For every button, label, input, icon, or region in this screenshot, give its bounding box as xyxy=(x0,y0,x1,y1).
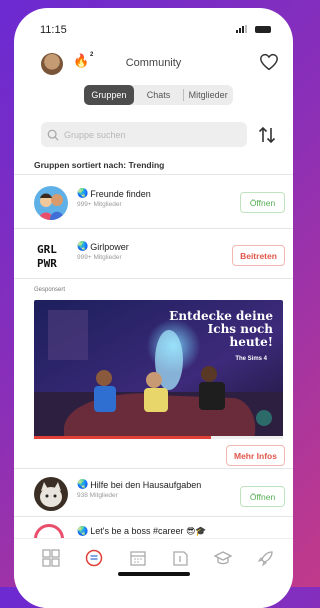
group-members: 999+ Mitglieder xyxy=(77,254,122,261)
divider xyxy=(14,174,293,175)
join-button[interactable]: Beitreten xyxy=(232,245,285,266)
list-item[interactable]: 🌏 Hilfe bei den Hausaufgaben 938 Mitglie… xyxy=(14,473,293,517)
search-icon xyxy=(47,129,59,141)
list-item[interactable]: 🌏 Freunde finden 999+ Mitglieder Öffnen xyxy=(14,182,293,226)
divider xyxy=(14,228,293,229)
list-item[interactable]: 🌏 Let's be a boss #career 😎🎓 xyxy=(14,520,293,538)
ad-banner[interactable]: Entdecke deine Ichs noch heute! The Sims… xyxy=(34,300,283,438)
globe-icon: 🌏 xyxy=(77,479,89,489)
tab-chats[interactable]: Chats xyxy=(134,85,184,105)
tab-mitglieder[interactable]: Mitglieder xyxy=(183,85,233,105)
group-name: 🌏 Freunde finden xyxy=(77,188,151,199)
battery-icon xyxy=(255,25,271,33)
community-header: 🔥 2 Community xyxy=(14,44,293,84)
signal-icon xyxy=(236,25,247,33)
more-info-button[interactable]: Mehr Infos xyxy=(226,445,285,466)
sort-icon[interactable] xyxy=(257,125,277,145)
avatar-text: GRL xyxy=(37,243,57,256)
status-icons xyxy=(236,25,271,33)
ad-progress-fill xyxy=(34,436,211,439)
group-avatar xyxy=(34,524,64,538)
search-placeholder: Gruppe suchen xyxy=(64,129,126,140)
group-avatar xyxy=(34,186,68,220)
ad-headline: Entdecke deine Ichs noch heute! xyxy=(169,309,273,349)
sort-label: Gruppen sortiert nach: Trending xyxy=(34,160,165,170)
globe-icon: 🌏 xyxy=(77,241,89,251)
heart-icon[interactable] xyxy=(259,53,279,71)
globe-icon: 🌏 xyxy=(77,188,89,198)
graduation-cap-icon[interactable] xyxy=(214,549,232,567)
grid-icon[interactable] xyxy=(42,549,60,567)
sponsored-label: Gesponsert xyxy=(34,287,66,293)
home-indicator xyxy=(118,572,190,576)
status-time: 11:15 xyxy=(40,24,67,36)
group-members: 938 Mitglieder xyxy=(77,492,118,499)
list-item[interactable]: GRL PWR 🌏 Girlpower 999+ Mitglieder Beit… xyxy=(14,235,293,279)
group-members: 999+ Mitglieder xyxy=(77,201,122,208)
group-name: 🌏 Let's be a boss #career 😎🎓 xyxy=(77,526,207,536)
calendar-icon[interactable] xyxy=(129,549,147,567)
tab-gruppen[interactable]: Gruppen xyxy=(84,85,134,105)
divider xyxy=(14,516,293,517)
ad-progress-bar xyxy=(34,436,283,439)
group-avatar xyxy=(34,477,68,511)
globe-icon: 🌏 xyxy=(77,526,89,536)
open-button[interactable]: Öffnen xyxy=(240,486,285,507)
group-name: 🌏 Girlpower xyxy=(77,241,129,252)
divider xyxy=(14,468,293,469)
tab-switcher: Gruppen Chats Mitglieder xyxy=(84,85,233,105)
avatar-text: PWR xyxy=(37,257,57,270)
phone-screen: 11:15 🔥 2 Community Gruppen Chats Mitgli… xyxy=(14,8,293,608)
open-button[interactable]: Öffnen xyxy=(240,192,285,213)
group-avatar: GRL PWR xyxy=(34,239,68,273)
page-title: Community xyxy=(125,57,182,69)
rocket-icon[interactable] xyxy=(257,549,275,567)
calendar-day-icon[interactable] xyxy=(171,549,189,567)
chat-icon[interactable] xyxy=(85,549,103,567)
ad-logo: The Sims 4 xyxy=(235,356,267,362)
search-input[interactable]: Gruppe suchen xyxy=(41,122,247,147)
group-name: 🌏 Hilfe bei den Hausaufgaben xyxy=(77,479,202,490)
divider xyxy=(14,278,293,279)
